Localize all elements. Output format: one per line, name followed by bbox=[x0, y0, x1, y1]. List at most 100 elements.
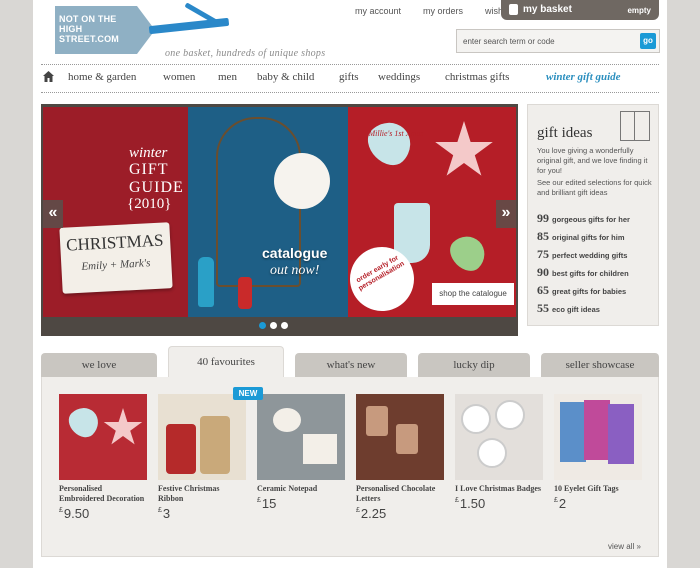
divider bbox=[41, 64, 659, 65]
tagline: one basket, hundreds of unique shops bbox=[165, 48, 326, 59]
currency-symbol: £ bbox=[59, 507, 63, 514]
gift-idea-text: gorgeous gifts for her bbox=[552, 215, 630, 224]
winter-gift-guide-panel: winter GIFT GUIDE {2010} CHRISTMAS Emily… bbox=[43, 107, 188, 317]
product-name[interactable]: Festive Christmas Ribbon bbox=[158, 484, 246, 504]
product-image[interactable] bbox=[554, 394, 642, 480]
product-name[interactable]: 10 Eyelet Gift Tags bbox=[554, 484, 642, 494]
product-name[interactable]: I Love Christmas Badges bbox=[455, 484, 543, 494]
heart-decoration-icon bbox=[360, 113, 420, 173]
my-orders-link[interactable]: my orders bbox=[423, 6, 463, 16]
sign-subtitle: Emily + Mark's bbox=[81, 257, 151, 273]
gift-box-icon bbox=[620, 111, 650, 141]
product-name[interactable]: Personalised Chocolate Letters bbox=[356, 484, 444, 504]
nav-item-women[interactable]: women bbox=[163, 71, 195, 83]
product-card[interactable]: Festive Christmas Ribbon £3 bbox=[158, 394, 246, 521]
star-decoration-icon bbox=[435, 121, 493, 176]
price-value: 1.50 bbox=[459, 496, 486, 511]
nav-item-home-garden[interactable]: home & garden bbox=[68, 71, 136, 83]
currency-symbol: £ bbox=[455, 497, 459, 504]
product-price: £9.50 bbox=[59, 506, 147, 521]
gift-idea-link[interactable]: 65 great gifts for babies bbox=[537, 281, 630, 299]
carousel-dot[interactable] bbox=[259, 322, 266, 329]
gift-idea-count: 99 bbox=[537, 211, 549, 225]
gift-tag-icon bbox=[608, 404, 634, 464]
product-card[interactable]: Ceramic Notepad £15 bbox=[257, 394, 345, 511]
gift-idea-text: eco gift ideas bbox=[552, 305, 600, 314]
gift-idea-text: great gifts for babies bbox=[552, 287, 627, 296]
currency-symbol: £ bbox=[554, 497, 558, 504]
search-go-button[interactable]: go bbox=[640, 33, 656, 49]
carousel-prev-button[interactable]: « bbox=[43, 200, 63, 228]
out-now-text: out now! bbox=[270, 263, 320, 278]
carousel-dots bbox=[259, 322, 288, 329]
gift-idea-link[interactable]: 55 eco gift ideas bbox=[537, 299, 630, 317]
order-early-text: order early for personalisation bbox=[355, 254, 406, 293]
hero-banner[interactable]: winter GIFT GUIDE {2010} CHRISTMAS Emily… bbox=[43, 107, 516, 317]
product-price: £1.50 bbox=[455, 496, 543, 511]
product-card[interactable]: Personalised Chocolate Letters £2.25 bbox=[356, 394, 444, 521]
price-value: 15 bbox=[261, 496, 277, 511]
basket-button[interactable]: my basket empty bbox=[501, 0, 659, 20]
product-image[interactable] bbox=[356, 394, 444, 480]
gift-idea-link[interactable]: 75 perfect wedding gifts bbox=[537, 245, 630, 263]
gift-tag-icon bbox=[584, 400, 610, 460]
ribbon-spool-icon bbox=[200, 416, 230, 474]
basket-status: empty bbox=[627, 6, 651, 15]
shop-catalogue-button[interactable]: shop the catalogue bbox=[432, 283, 514, 305]
sign-title: CHRISTMAS bbox=[65, 230, 164, 255]
nav-item-baby-child[interactable]: baby & child bbox=[257, 71, 314, 83]
nav-item-weddings[interactable]: weddings bbox=[378, 71, 420, 83]
view-all-link[interactable]: view all » bbox=[608, 542, 641, 551]
product-card[interactable]: I Love Christmas Badges £1.50 bbox=[455, 394, 543, 511]
product-image[interactable] bbox=[257, 394, 345, 480]
gift-idea-count: 65 bbox=[537, 283, 549, 297]
hero-carousel: winter GIFT GUIDE {2010} CHRISTMAS Emily… bbox=[41, 104, 518, 336]
product-name[interactable]: Ceramic Notepad bbox=[257, 484, 345, 494]
vase-icon bbox=[198, 257, 214, 307]
home-icon[interactable] bbox=[43, 71, 54, 82]
product-image[interactable] bbox=[59, 394, 147, 480]
my-account-link[interactable]: my account bbox=[355, 6, 401, 16]
gift-idea-link[interactable]: 85 original gifts for him bbox=[537, 227, 630, 245]
nav-item-winter-gift-guide[interactable]: winter gift guide bbox=[546, 71, 621, 83]
tab-lucky-dip[interactable]: lucky dip bbox=[418, 353, 530, 377]
product-card[interactable]: 10 Eyelet Gift Tags £2 bbox=[554, 394, 642, 511]
product-price: £15 bbox=[257, 496, 345, 511]
product-card[interactable]: Personalised Embroidered Decoration £9.5… bbox=[59, 394, 147, 521]
gift-tag-icon bbox=[560, 402, 586, 462]
decorations-panel: Millie's 1st Xmas order early for person… bbox=[338, 107, 516, 317]
product-image[interactable] bbox=[455, 394, 543, 480]
tab-seller-showcase[interactable]: seller showcase bbox=[541, 353, 659, 377]
gift-idea-link[interactable]: 99 gorgeous gifts for her bbox=[537, 209, 630, 227]
bird-plate-icon bbox=[274, 153, 330, 209]
gift-ideas-panel: gift ideas You love giving a wonderfully… bbox=[527, 104, 659, 326]
tab-40-favourites[interactable]: 40 favourites bbox=[168, 346, 284, 377]
product-name[interactable]: Personalised Embroidered Decoration bbox=[59, 484, 147, 504]
price-value: 2.25 bbox=[360, 506, 387, 521]
product-price: £3 bbox=[158, 506, 246, 521]
gift-idea-count: 55 bbox=[537, 301, 549, 315]
price-value: 3 bbox=[162, 506, 171, 521]
product-price: £2 bbox=[554, 496, 642, 511]
badge-icon bbox=[461, 404, 491, 434]
heart-decoration-icon bbox=[63, 401, 105, 443]
badge-icon bbox=[495, 400, 525, 430]
notepad-icon bbox=[273, 408, 301, 432]
nav-item-christmas-gifts[interactable]: christmas gifts bbox=[445, 71, 509, 83]
guide-text: GUIDE bbox=[129, 179, 184, 196]
search-input[interactable]: enter search term or code go bbox=[456, 29, 660, 53]
carousel-next-button[interactable]: » bbox=[496, 200, 516, 228]
catalogue-text: catalogue bbox=[262, 245, 328, 261]
chocolate-letter-icon bbox=[366, 406, 388, 436]
notepad-icon bbox=[303, 434, 337, 464]
carousel-dot[interactable] bbox=[270, 322, 277, 329]
tab-we-love[interactable]: we love bbox=[41, 353, 157, 377]
gift-idea-count: 90 bbox=[537, 265, 549, 279]
currency-symbol: £ bbox=[356, 507, 360, 514]
nav-item-gifts[interactable]: gifts bbox=[339, 71, 359, 83]
gift-idea-link[interactable]: 90 best gifts for children bbox=[537, 263, 630, 281]
carousel-dot[interactable] bbox=[281, 322, 288, 329]
nav-item-men[interactable]: men bbox=[218, 71, 237, 83]
tab-whats-new[interactable]: what's new bbox=[295, 353, 407, 377]
product-image[interactable] bbox=[158, 394, 246, 480]
